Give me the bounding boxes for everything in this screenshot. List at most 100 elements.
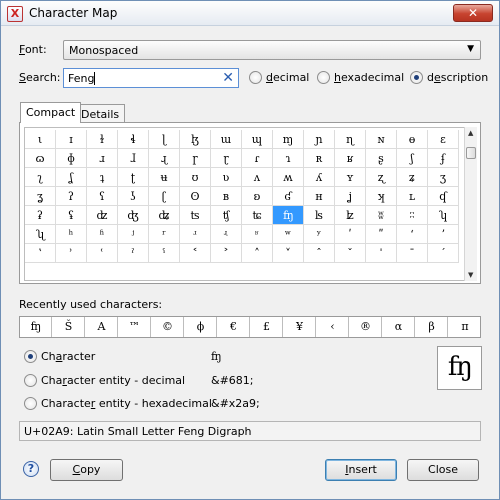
copy-format-label[interactable]: Character entity - decimal [41, 374, 185, 387]
char-cell[interactable]: ɳ [335, 130, 366, 149]
char-cell[interactable]: ʆ [56, 168, 87, 187]
recent-char-cell[interactable]: Š [53, 317, 85, 337]
char-cell[interactable]: ʁ [335, 149, 366, 168]
tab-details[interactable]: Details [75, 104, 126, 122]
copy-format-label[interactable]: Character [41, 350, 95, 363]
char-cell[interactable]: ʏ [335, 168, 366, 187]
char-cell[interactable]: ʣ [87, 206, 118, 225]
char-cell[interactable]: ʭ [397, 206, 428, 225]
char-cell[interactable]: ʘ [180, 187, 211, 206]
char-cell[interactable]: ʐ [366, 168, 397, 187]
char-cell[interactable]: ˅ [273, 244, 304, 263]
char-cell[interactable]: ɻ [149, 149, 180, 168]
char-cell[interactable]: ɲ [304, 130, 335, 149]
recent-char-cell[interactable]: ® [350, 317, 382, 337]
recent-char-cell[interactable]: ϕ [185, 317, 217, 337]
char-cell[interactable]: ʲ [118, 225, 149, 244]
char-cell[interactable]: ʂ [366, 149, 397, 168]
char-cell[interactable]: ʛ [273, 187, 304, 206]
char-cell[interactable]: ʩ [273, 206, 304, 225]
char-cell[interactable]: ʙ [211, 187, 242, 206]
char-cell[interactable]: ɸ [56, 149, 87, 168]
copy-format-radio[interactable] [24, 374, 37, 387]
char-cell[interactable]: ʄ [428, 149, 459, 168]
char-cell[interactable]: ʠ [428, 187, 459, 206]
copy-format-label[interactable]: Character entity - hexadecimal [41, 397, 212, 410]
char-cell[interactable]: ɫ [87, 130, 118, 149]
char-cell[interactable]: ʾ [56, 244, 87, 263]
char-cell[interactable]: ʉ [149, 168, 180, 187]
recent-char-cell[interactable]: α [383, 317, 415, 337]
char-cell[interactable]: ˄ [242, 244, 273, 263]
char-cell[interactable]: ʺ [366, 225, 397, 244]
grid-scrollbar[interactable]: ▲ ▼ [464, 127, 477, 281]
char-cell[interactable]: ˂ [180, 244, 211, 263]
insert-button[interactable]: Insert [325, 459, 397, 481]
char-cell[interactable]: ɭ [149, 130, 180, 149]
copy-format-radio[interactable] [24, 350, 37, 363]
char-cell[interactable]: ɛ [428, 130, 459, 149]
char-cell[interactable]: ʜ [304, 187, 335, 206]
char-cell[interactable]: ʍ [273, 168, 304, 187]
char-cell[interactable]: ʓ [25, 187, 56, 206]
char-cell[interactable]: ʔ [56, 187, 87, 206]
char-cell[interactable]: ʗ [149, 187, 180, 206]
char-cell[interactable]: ʽ [25, 244, 56, 263]
recent-char-cell[interactable]: © [152, 317, 184, 337]
char-cell[interactable]: ɾ [242, 149, 273, 168]
char-cell[interactable]: ˁ [149, 244, 180, 263]
char-cell[interactable]: ʕ [87, 187, 118, 206]
char-cell[interactable]: ʰ [56, 225, 87, 244]
search-mode-radio[interactable] [410, 71, 423, 84]
char-cell[interactable]: ɴ [366, 130, 397, 149]
char-cell[interactable]: ʿ [87, 244, 118, 263]
char-cell[interactable]: ɹ [87, 149, 118, 168]
char-cell[interactable]: ˃ [211, 244, 242, 263]
char-cell[interactable]: ˇ [335, 244, 366, 263]
char-cell[interactable]: ʧ [211, 206, 242, 225]
copy-button[interactable]: Copy [50, 459, 123, 481]
char-cell[interactable]: ʯ [25, 225, 56, 244]
char-cell[interactable]: ʎ [304, 168, 335, 187]
char-cell[interactable]: ʥ [149, 206, 180, 225]
char-cell[interactable]: ɷ [25, 149, 56, 168]
char-cell[interactable]: ʪ [304, 206, 335, 225]
char-cell[interactable]: ɼ [180, 149, 211, 168]
char-cell[interactable]: ʨ [242, 206, 273, 225]
char-cell[interactable]: ˀ [118, 244, 149, 263]
char-cell[interactable]: ʸ [304, 225, 335, 244]
recent-char-cell[interactable]: £ [251, 317, 283, 337]
recent-char-cell[interactable]: A [86, 317, 118, 337]
char-cell[interactable]: ʵ [211, 225, 242, 244]
help-icon[interactable]: ? [23, 461, 39, 477]
search-mode-radio[interactable] [249, 71, 262, 84]
char-cell[interactable]: ʢ [56, 206, 87, 225]
char-cell[interactable]: ʮ [428, 206, 459, 225]
font-combobox[interactable]: Monospaced ▼ [63, 40, 481, 60]
char-cell[interactable]: ʌ [242, 168, 273, 187]
recent-characters-strip[interactable]: ʩ Š A ™ © ϕ € £ ¥ ‹ ® α β π [19, 316, 481, 338]
char-cell[interactable]: ʷ [273, 225, 304, 244]
char-cell[interactable]: ʊ [180, 168, 211, 187]
scrollbar-thumb[interactable] [466, 147, 476, 159]
char-cell[interactable]: ʑ [397, 168, 428, 187]
char-cell[interactable]: ɰ [242, 130, 273, 149]
char-cell[interactable]: ʡ [25, 206, 56, 225]
char-cell[interactable]: ʤ [118, 206, 149, 225]
copy-format-radio[interactable] [24, 397, 37, 410]
char-cell[interactable]: ɪ [56, 130, 87, 149]
search-mode-radio[interactable] [317, 71, 330, 84]
char-cell[interactable]: ʻ [397, 225, 428, 244]
char-cell[interactable]: ɮ [180, 130, 211, 149]
char-cell[interactable]: ʀ [304, 149, 335, 168]
char-cell[interactable]: ʼ [428, 225, 459, 244]
char-cell[interactable]: ɽ [211, 149, 242, 168]
char-cell[interactable]: ʚ [242, 187, 273, 206]
char-cell[interactable]: ʹ [335, 225, 366, 244]
recent-char-cell[interactable]: β [416, 317, 448, 337]
char-cell[interactable]: ˊ [428, 244, 459, 263]
window-close-button[interactable]: ✕ [453, 4, 493, 22]
char-cell[interactable]: ɯ [211, 130, 242, 149]
close-button[interactable]: Close [407, 459, 479, 481]
char-cell[interactable]: ʅ [25, 168, 56, 187]
